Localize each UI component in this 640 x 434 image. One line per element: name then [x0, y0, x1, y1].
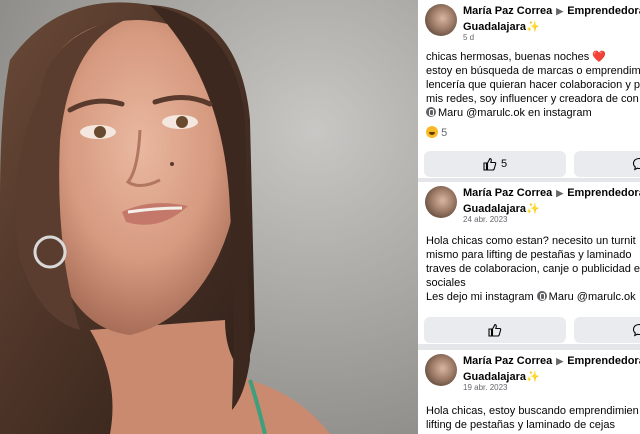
thumbs-up-icon: [483, 157, 497, 171]
group-name-part2: Guadalajara: [463, 203, 526, 215]
mention-name[interactable]: Maru: [438, 107, 463, 119]
post-line: lencería que quieran hacer colaboracion …: [426, 79, 640, 91]
mention-name[interactable]: Maru: [549, 291, 574, 303]
group-name-continued[interactable]: Guadalajara✨: [463, 370, 540, 383]
post-header: María Paz Correa ▶ Emprendedora Guadalajar…: [418, 350, 640, 394]
action-bar: 5: [418, 148, 640, 182]
author-name[interactable]: María Paz Correa: [463, 5, 552, 17]
author-line: María Paz Correa ▶ Emprendedora: [463, 5, 640, 17]
reaction-count: 5: [441, 127, 448, 139]
group-name[interactable]: Emprendedora: [567, 187, 640, 199]
mention-line: Maru @marulc.ok en instagram: [426, 106, 640, 120]
group-name-part2: Guadalajara: [463, 371, 526, 383]
group-name[interactable]: Emprendedora: [567, 5, 640, 17]
haha-emoji-icon: [426, 126, 438, 138]
group-feed: María Paz Correa ▶ Emprendedora Guadalajar…: [418, 0, 640, 434]
play-right-icon: ▶: [556, 6, 564, 16]
post-line: mis redes, soy influencer y creadora de …: [426, 93, 639, 105]
post-body: chicas hermosas, buenas noches ❤️ estoy …: [418, 44, 640, 120]
portrait-illustration: [0, 2, 330, 434]
mention-rest: @marulc.ok: [576, 291, 636, 303]
author-line: María Paz Correa ▶ Emprendedora: [463, 187, 640, 199]
post-timestamp[interactable]: 24 abr. 2023: [463, 215, 507, 224]
author-name[interactable]: María Paz Correa: [463, 187, 552, 199]
post-timestamp[interactable]: 19 abr. 2023: [463, 383, 507, 392]
comment-bubble-icon: [632, 323, 640, 337]
author-avatar[interactable]: [425, 354, 457, 386]
play-right-icon: ▶: [556, 356, 564, 366]
thumbs-up-icon: [488, 323, 502, 337]
author-name[interactable]: María Paz Correa: [463, 355, 552, 367]
group-name[interactable]: Emprendedora: [567, 355, 640, 367]
post-line: chicas hermosas, buenas noches ❤️: [426, 50, 640, 64]
play-right-icon: ▶: [556, 188, 564, 198]
post-card: María Paz Correa ▶ Emprendedora Guadalajar…: [418, 182, 640, 344]
post-line: mismo para lifting de pestañas y laminad…: [426, 249, 632, 261]
sparkle-icon: ✨: [525, 21, 540, 33]
post-line: Hola chicas como estan? necesito un turn…: [426, 235, 636, 247]
sparkle-icon: ✨: [525, 203, 540, 215]
like-button[interactable]: 5: [424, 151, 566, 177]
post-card: María Paz Correa ▶ Emprendedora Guadalajar…: [418, 0, 640, 178]
post-header: María Paz Correa ▶ Emprendedora Guadalajar…: [418, 182, 640, 226]
post-line: lifting de pestañas y laminado de cejas: [426, 419, 615, 431]
group-name-continued[interactable]: Guadalajara✨: [463, 20, 540, 33]
author-avatar[interactable]: [425, 4, 457, 36]
post-line: estoy en búsqueda de marcas o emprendim: [426, 65, 640, 77]
post-header: María Paz Correa ▶ Emprendedora Guadalajar…: [418, 0, 640, 44]
sparkle-icon: ✨: [525, 371, 540, 383]
mention-rest: @marulc.ok en instagram: [466, 107, 592, 119]
instagram-mention-icon: [426, 107, 436, 117]
instagram-mention-icon: [536, 291, 547, 301]
comment-button[interactable]: [574, 317, 640, 343]
like-count: 5: [500, 158, 508, 170]
post-line: Hola chicas, estoy buscando emprendimien: [426, 405, 639, 417]
heart-icon: ❤️: [592, 51, 607, 63]
post-body: Hola chicas como estan? necesito un turn…: [418, 226, 640, 304]
comment-bubble-icon: [632, 157, 640, 171]
post-timestamp[interactable]: 5 d: [463, 33, 474, 42]
portrait-photo: [0, 0, 420, 434]
post-line: traves de colaboracion, canje o publicid…: [426, 263, 640, 275]
comment-button[interactable]: [574, 151, 640, 177]
author-avatar[interactable]: [425, 186, 457, 218]
group-name-continued[interactable]: Guadalajara✨: [463, 202, 540, 215]
mention-prefix: Les dejo mi instagram: [426, 291, 534, 303]
action-bar: [418, 314, 640, 348]
reaction-summary[interactable]: 5: [418, 126, 640, 148]
post-body: Hola chicas, estoy buscando emprendimien…: [418, 394, 640, 432]
like-button[interactable]: [424, 317, 566, 343]
post-text: chicas hermosas, buenas noches: [426, 51, 590, 63]
author-line: María Paz Correa ▶ Emprendedora: [463, 355, 640, 367]
post-card: María Paz Correa ▶ Emprendedora Guadalajar…: [418, 350, 640, 434]
post-line: sociales: [426, 277, 466, 289]
mention-line: Les dejo mi instagram Maru @marulc.ok: [426, 290, 640, 304]
group-name-part2: Guadalajara: [463, 21, 526, 33]
